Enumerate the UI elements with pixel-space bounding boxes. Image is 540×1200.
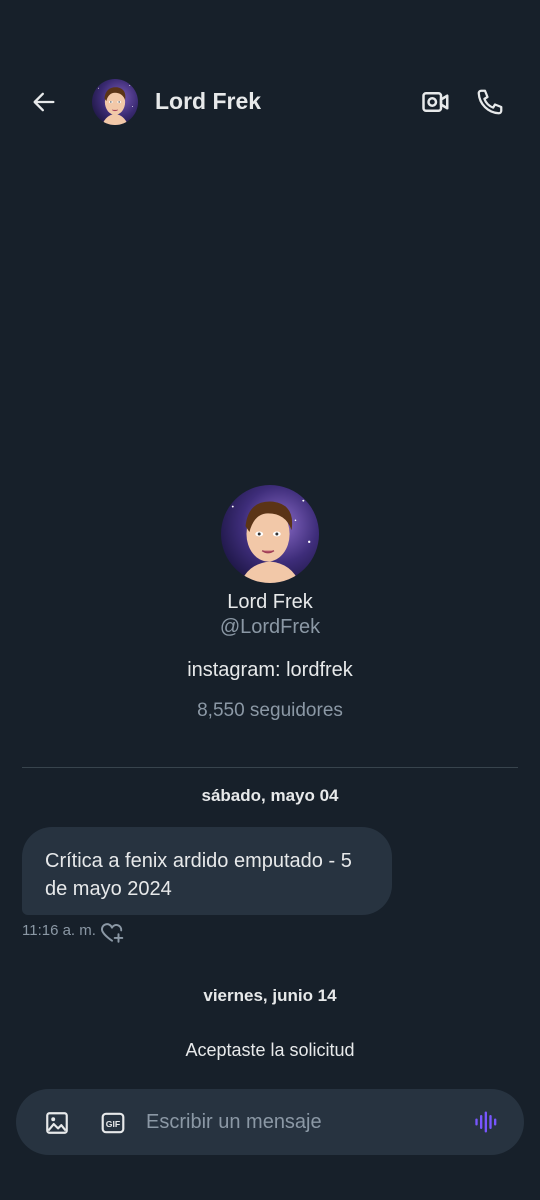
- message-composer: GIF: [16, 1089, 524, 1155]
- add-gif-button[interactable]: GIF: [98, 1108, 128, 1138]
- divider: [22, 767, 518, 768]
- voice-icon: [475, 1111, 497, 1133]
- image-icon: [46, 1112, 68, 1134]
- add-reaction-button[interactable]: [99, 919, 125, 945]
- add-image-button[interactable]: [42, 1108, 72, 1138]
- profile-bio: instagram: lordfrek: [187, 659, 353, 681]
- video-call-button[interactable]: [418, 84, 454, 120]
- date-separator: sábado, mayo 04: [201, 786, 339, 805]
- header-avatar[interactable]: [92, 79, 138, 125]
- profile-name[interactable]: Lord Frek: [0, 591, 540, 614]
- heart-plus-icon: [101, 923, 124, 943]
- message-timestamp: 11:16 a. m.: [22, 922, 96, 939]
- profile-avatar[interactable]: [221, 485, 319, 583]
- contact-name[interactable]: Lord Frek: [155, 88, 261, 115]
- system-message: Aceptaste la solicitud: [185, 1040, 355, 1060]
- avatar-illustration: [221, 485, 319, 583]
- date-separator: viernes, junio 14: [203, 986, 337, 1005]
- phone-icon: [477, 89, 503, 115]
- svg-text:GIF: GIF: [106, 1119, 120, 1129]
- avatar-illustration: [92, 79, 138, 125]
- message-bubble[interactable]: Crítica a fenix ardido emputado - 5 de m…: [22, 827, 392, 915]
- gif-icon: GIF: [101, 1112, 125, 1134]
- voice-message-button[interactable]: [472, 1107, 502, 1137]
- dm-screen: Lord Frek Lord Frek @LordFrek instagram:…: [0, 0, 540, 1200]
- followers-count: 8,550 seguidores: [197, 700, 343, 721]
- conversation-header: Lord Frek: [0, 70, 540, 134]
- voice-call-button[interactable]: [472, 84, 508, 120]
- back-arrow-icon: [33, 92, 55, 112]
- message-input[interactable]: [146, 1104, 446, 1140]
- profile-handle: @LordFrek: [219, 616, 321, 638]
- video-camera-icon: [422, 92, 449, 112]
- back-button[interactable]: [26, 84, 62, 120]
